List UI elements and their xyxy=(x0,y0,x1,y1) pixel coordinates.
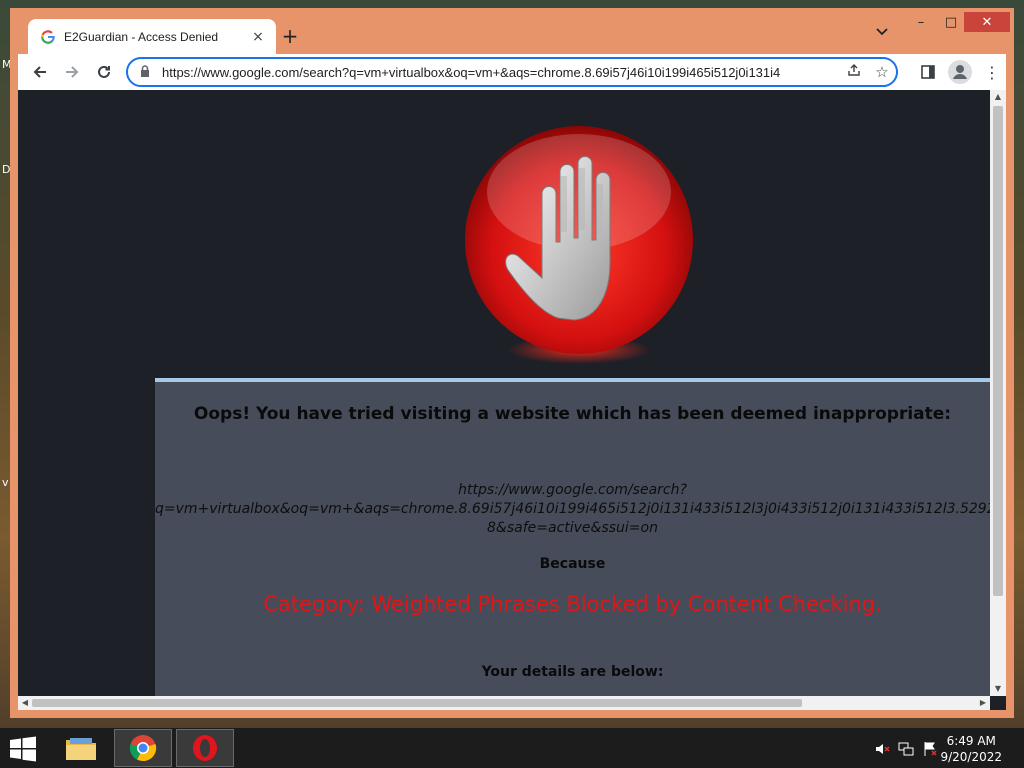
back-button[interactable] xyxy=(28,60,52,84)
lock-icon[interactable] xyxy=(140,64,154,80)
arrow-left-icon xyxy=(33,66,46,78)
maximize-button[interactable]: □ xyxy=(936,12,966,32)
desktop-icon-label: v xyxy=(2,476,9,489)
start-button[interactable] xyxy=(8,736,38,762)
blocked-url: https://www.google.com/search? q=vm+virt… xyxy=(155,481,990,538)
page-title: Oops! You have tried visiting a website … xyxy=(193,404,952,424)
file-explorer-button[interactable] xyxy=(52,729,110,767)
scroll-up-icon[interactable]: ▲ xyxy=(990,90,1006,104)
blocked-url-line: 8&safe=active&ssui=on xyxy=(487,520,658,536)
action-center-flag-icon[interactable] xyxy=(922,741,938,757)
stop-hand-icon xyxy=(462,122,696,372)
forward-button[interactable] xyxy=(60,60,84,84)
volume-muted-icon[interactable] xyxy=(874,741,890,757)
scroll-down-icon[interactable]: ▼ xyxy=(990,682,1006,696)
scrollbar-thumb[interactable] xyxy=(993,106,1003,596)
blocked-url-line: https://www.google.com/search? xyxy=(458,482,687,498)
avatar xyxy=(948,60,972,84)
profile-button[interactable] xyxy=(948,60,972,84)
folder-icon xyxy=(66,738,96,760)
tab-search-chevron-icon[interactable] xyxy=(876,25,888,39)
tab-e2guardian[interactable]: E2Guardian - Access Denied × xyxy=(28,19,276,54)
opera-taskbar-button[interactable] xyxy=(176,729,234,767)
bookmark-star-icon[interactable]: ☆ xyxy=(868,63,896,81)
tab-close-icon[interactable]: × xyxy=(250,29,266,45)
scroll-right-icon[interactable]: ▶ xyxy=(976,696,990,710)
title-bar: E2Guardian - Access Denied × + – □ ✕ xyxy=(10,8,1014,54)
clock-date: 9/20/2022 xyxy=(940,750,1002,764)
block-reason: Category: Weighted Phrases Blocked by Co… xyxy=(263,592,882,616)
side-panel-icon xyxy=(921,65,935,79)
windows-icon xyxy=(10,736,36,762)
browser-window: E2Guardian - Access Denied × + – □ ✕ htt… xyxy=(10,8,1014,718)
network-icon[interactable] xyxy=(898,741,914,757)
new-tab-button[interactable]: + xyxy=(278,24,302,48)
scroll-left-icon[interactable]: ◀ xyxy=(18,696,32,710)
minimize-button[interactable]: – xyxy=(906,12,936,32)
chrome-taskbar-button[interactable] xyxy=(114,729,172,767)
browser-toolbar: https://www.google.com/search?q=vm+virtu… xyxy=(18,54,1006,90)
opera-icon xyxy=(193,735,217,761)
chrome-menu-button[interactable]: ⋮ xyxy=(980,60,1004,84)
clock-time: 6:49 AM xyxy=(946,734,996,748)
details-heading: Your details are below: xyxy=(481,664,664,680)
chrome-icon xyxy=(129,735,157,762)
access-denied-panel: Oops! You have tried visiting a website … xyxy=(155,378,990,710)
blocked-url-line: q=vm+virtualbox&oq=vm+&aqs=chrome.8.69i5… xyxy=(155,501,990,517)
close-window-button[interactable]: ✕ xyxy=(964,12,1010,32)
horizontal-scrollbar[interactable]: ◀ ▶ xyxy=(18,696,990,710)
google-icon xyxy=(40,29,56,45)
page-viewport: Oops! You have tried visiting a website … xyxy=(18,90,1006,710)
system-clock[interactable]: 6:49 AM 9/20/2022 xyxy=(940,733,1002,765)
scrollbar-thumb[interactable] xyxy=(32,699,802,707)
share-icon[interactable] xyxy=(840,63,868,81)
arrow-right-icon xyxy=(66,66,79,78)
tab-title: E2Guardian - Access Denied xyxy=(64,29,219,44)
because-label: Because xyxy=(539,556,606,572)
url-text[interactable]: https://www.google.com/search?q=vm+virtu… xyxy=(162,65,840,80)
side-panel-button[interactable] xyxy=(916,60,940,84)
address-bar[interactable]: https://www.google.com/search?q=vm+virtu… xyxy=(126,57,898,87)
reload-icon xyxy=(98,65,110,78)
vertical-scrollbar[interactable]: ▲ ▼ xyxy=(990,90,1006,696)
taskbar: 6:49 AM 9/20/2022 xyxy=(0,728,1024,768)
reload-button[interactable] xyxy=(92,60,116,84)
